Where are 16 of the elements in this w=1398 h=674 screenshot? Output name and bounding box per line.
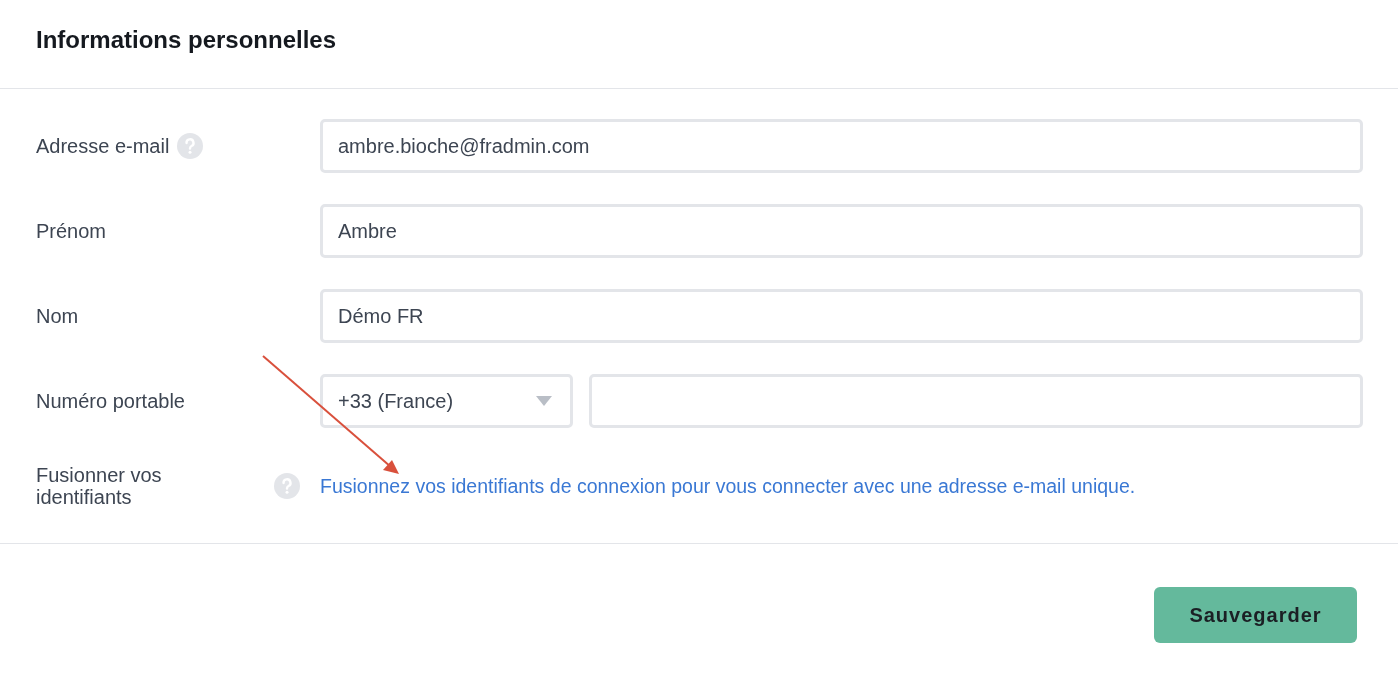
section-title: Informations personnelles — [36, 26, 337, 54]
field-label: Prénom — [36, 219, 107, 243]
text-field[interactable]: ambre.bioche@fradmin.com — [320, 119, 1363, 173]
field-label: Fusionner vos identifiants — [36, 464, 163, 508]
help-icon[interactable] — [274, 473, 300, 499]
save-button[interactable]: Sauvegarder — [1154, 587, 1357, 643]
help-icon[interactable] — [177, 133, 204, 159]
field-label: Numéro portable — [36, 389, 185, 413]
country-dropdown[interactable]: +33 (France) — [320, 374, 573, 428]
phone-field[interactable] — [589, 374, 1363, 428]
merge-link[interactable]: Fusionnez vos identifiants de connexion pour vous connecter avec une adresse e-mail unique. — [320, 474, 1136, 497]
caret-icon — [536, 396, 552, 406]
field-label: Adresse e-mail — [36, 134, 170, 158]
text-field[interactable]: Ambre — [320, 204, 1363, 258]
text-field[interactable]: Démo FR — [320, 289, 1363, 343]
field-label: Nom — [36, 304, 79, 328]
